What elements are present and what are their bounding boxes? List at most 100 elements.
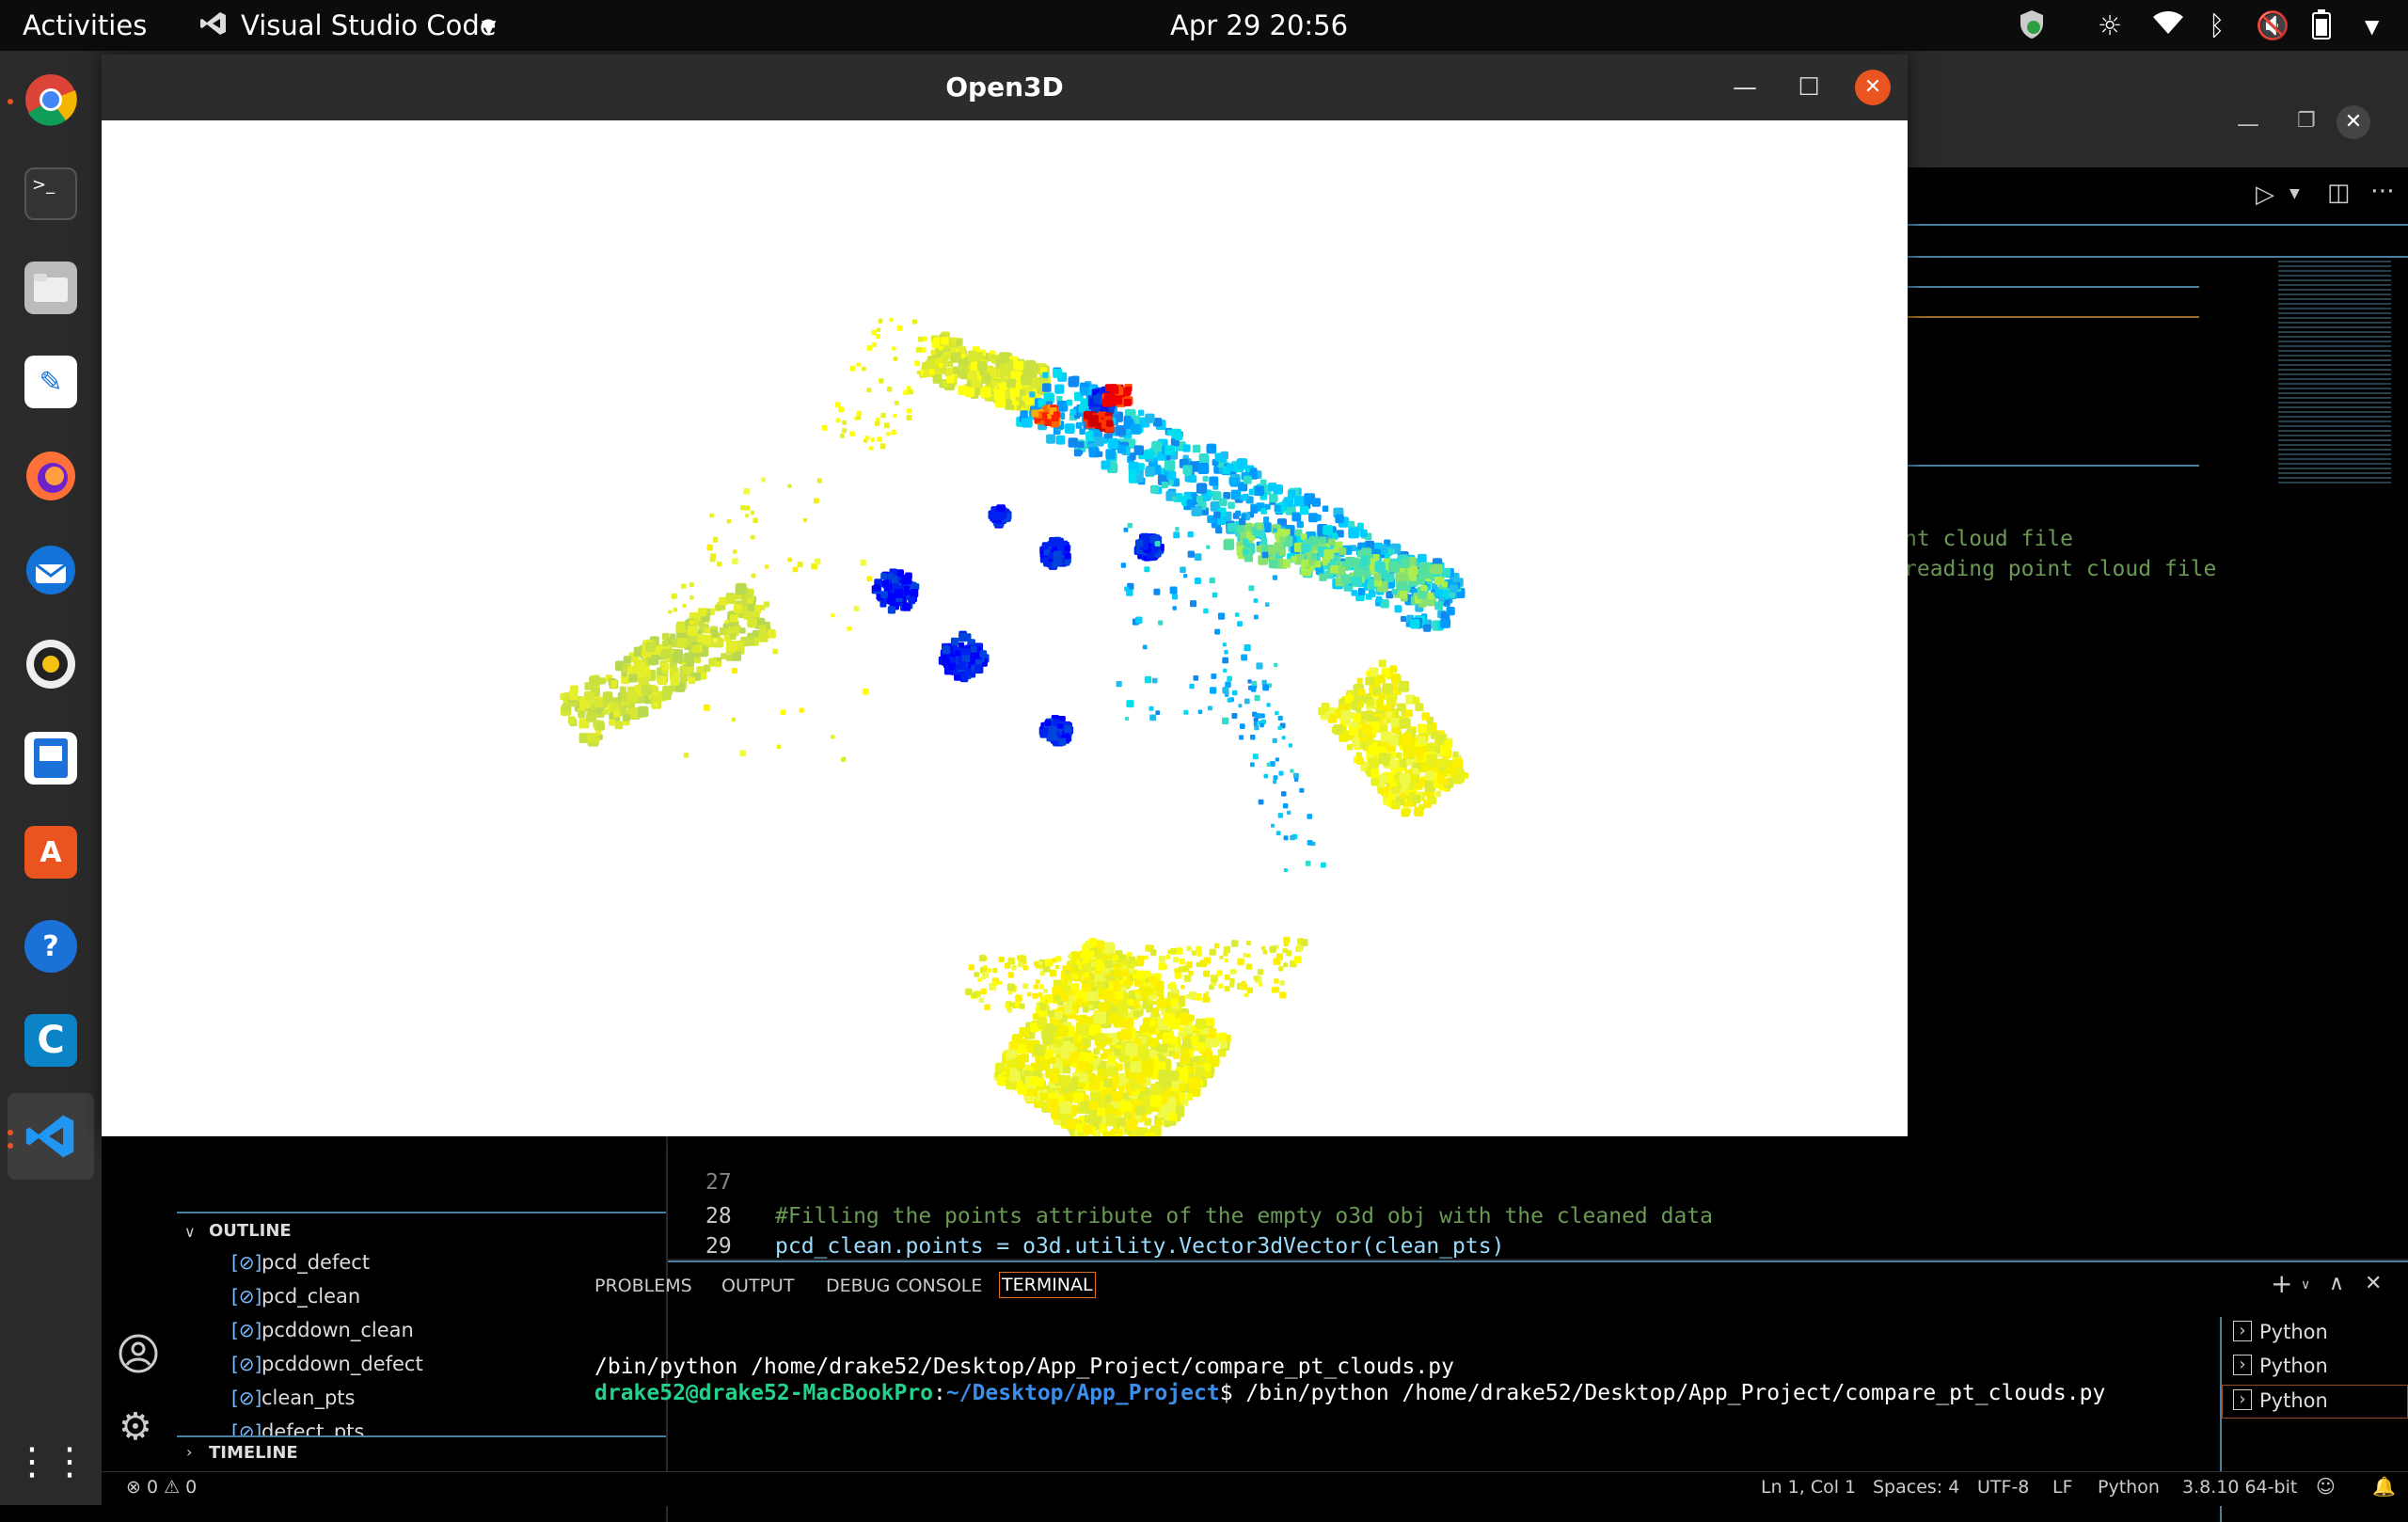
minimap[interactable] <box>2278 258 2391 484</box>
point <box>1215 527 1223 534</box>
activities-button[interactable]: Activities <box>23 9 147 41</box>
files-icon[interactable] <box>24 262 77 314</box>
codeblocks-icon[interactable]: C <box>24 1014 77 1067</box>
feedback-icon[interactable]: ☺ <box>2316 1475 2336 1498</box>
point <box>1068 437 1079 448</box>
point <box>1144 449 1154 459</box>
brightness-icon[interactable]: ☼ <box>2098 9 2122 41</box>
point <box>1158 1044 1168 1054</box>
terminal-line[interactable]: /bin/python /home/drake52/Desktop/App_Pr… <box>594 1355 1454 1379</box>
point <box>1158 962 1166 971</box>
point <box>1095 960 1103 969</box>
code-line[interactable]: #Filling the points attribute of the emp… <box>775 1204 1713 1229</box>
run-chevron-icon[interactable]: ▼ <box>2289 186 2300 201</box>
bluetooth-icon[interactable]: ᛒ <box>2209 9 2225 41</box>
point <box>1232 969 1238 975</box>
point <box>1268 559 1278 569</box>
chevron-down-icon[interactable]: ∨ <box>184 1223 196 1241</box>
point <box>865 436 870 440</box>
language-status[interactable]: Python <box>2098 1477 2160 1498</box>
point <box>902 575 912 585</box>
interpreter-status[interactable]: 3.8.10 64-bit <box>2182 1477 2297 1498</box>
tab-output[interactable]: OUTPUT <box>721 1276 794 1296</box>
volume-muted-icon[interactable]: 🔇 <box>2256 9 2289 42</box>
point <box>1269 945 1276 953</box>
point <box>628 674 638 683</box>
vscode-close-icon[interactable]: ✕ <box>2337 105 2370 139</box>
text-editor-icon[interactable]: ✎ <box>24 356 77 408</box>
shield-icon[interactable] <box>2019 9 2045 46</box>
maximize-panel-icon[interactable]: ∧ <box>2329 1272 2344 1295</box>
outline-item[interactable]: [⊘] pcddown_clean <box>222 1315 664 1349</box>
point <box>1195 1018 1207 1030</box>
vscode-minimize-icon[interactable]: — <box>2237 111 2259 137</box>
run-icon[interactable]: ▷ <box>2256 181 2274 209</box>
more-actions-icon[interactable]: ⋯ <box>2370 177 2395 205</box>
indentation-status[interactable]: Spaces: 4 <box>1873 1477 1959 1498</box>
show-apps-icon[interactable]: ⋮⋮ <box>13 1435 88 1488</box>
maximize-icon[interactable]: ☐ <box>1791 70 1827 105</box>
point <box>1243 538 1249 545</box>
encoding-status[interactable]: UTF-8 <box>1977 1477 2029 1498</box>
point <box>1230 940 1239 947</box>
tab-problems[interactable]: PROBLEMS <box>594 1276 692 1296</box>
cursor-position[interactable]: Ln 1, Col 1 <box>1761 1477 1856 1498</box>
point <box>974 972 980 977</box>
vscode-restore-icon[interactable]: ❐ <box>2297 109 2316 133</box>
add-terminal-icon[interactable]: + <box>2271 1268 2292 1299</box>
close-panel-icon[interactable]: ✕ <box>2365 1272 2382 1295</box>
gear-icon[interactable]: ⚙ <box>119 1405 152 1449</box>
terminal-list-item-active[interactable]: › Python <box>2222 1385 2408 1419</box>
outline-header[interactable]: OUTLINE <box>209 1221 292 1241</box>
app-center-icon[interactable]: A <box>24 826 77 879</box>
point-cloud-viewport[interactable] <box>102 120 1908 1136</box>
chrome-icon[interactable] <box>24 73 77 126</box>
point <box>657 675 667 685</box>
terminal-prompt-line[interactable]: drake52@drake52-MacBookPro:~/Desktop/App… <box>594 1381 2105 1405</box>
terminal-icon[interactable]: >_ <box>24 167 77 220</box>
point <box>1135 616 1143 624</box>
close-icon[interactable]: ✕ <box>1855 70 1891 105</box>
system-menu-chevron-icon[interactable]: ▼ <box>2365 15 2379 38</box>
point <box>1113 969 1121 977</box>
tab-debug-console[interactable]: DEBUG CONSOLE <box>826 1276 982 1296</box>
outline-item[interactable]: [⊘] defect_pts <box>222 1417 664 1435</box>
point <box>1123 387 1132 396</box>
chevron-right-icon[interactable]: › <box>186 1443 192 1461</box>
point <box>886 432 891 436</box>
battery-icon[interactable] <box>2312 9 2331 46</box>
chevron-down-icon[interactable]: ∨ <box>2301 1277 2310 1292</box>
tab-terminal[interactable]: TERMINAL <box>999 1272 1096 1298</box>
point <box>1122 1092 1130 1100</box>
account-icon[interactable] <box>119 1334 158 1377</box>
thunderbird-icon[interactable] <box>24 544 77 596</box>
chevron-down-icon[interactable]: ▼ <box>482 15 496 38</box>
terminal-list-item[interactable]: › Python <box>2222 1317 2408 1351</box>
wifi-icon[interactable] <box>2152 9 2184 42</box>
notifications-bell-icon[interactable]: 🔔 <box>2372 1475 2396 1498</box>
timeline-header[interactable]: TIMELINE <box>209 1443 298 1463</box>
problems-status[interactable]: ⊗ 0 ⚠ 0 <box>126 1477 197 1498</box>
terminal-command: $ /bin/python /home/drake52/Desktop/App_… <box>1219 1381 2106 1405</box>
point <box>1193 1056 1199 1063</box>
code-line[interactable]: pcd_clean.points = o3d.utility.Vector3dV… <box>775 1234 1504 1259</box>
point <box>1307 840 1313 846</box>
rhythmbox-icon[interactable] <box>24 638 77 690</box>
firefox-icon[interactable] <box>24 450 77 502</box>
point <box>841 756 847 762</box>
clock[interactable]: Apr 29 20:56 <box>1170 9 1348 41</box>
point <box>895 401 899 405</box>
split-editor-icon[interactable]: ◫ <box>2327 179 2351 207</box>
point <box>1173 1052 1180 1059</box>
vscode-dock-icon[interactable] <box>8 1093 94 1180</box>
terminal-list-item[interactable]: › Python <box>2222 1351 2408 1385</box>
eol-status[interactable]: LF <box>2052 1477 2073 1498</box>
open3d-titlebar[interactable]: Open3D <box>102 55 1908 120</box>
help-icon[interactable]: ? <box>24 920 77 973</box>
minimize-icon[interactable]: — <box>1727 70 1763 105</box>
app-menu[interactable]: Visual Studio Code <box>241 9 497 41</box>
point <box>802 517 808 523</box>
libreoffice-impress-icon[interactable] <box>24 732 77 785</box>
point <box>1452 774 1463 785</box>
point <box>1142 982 1148 987</box>
